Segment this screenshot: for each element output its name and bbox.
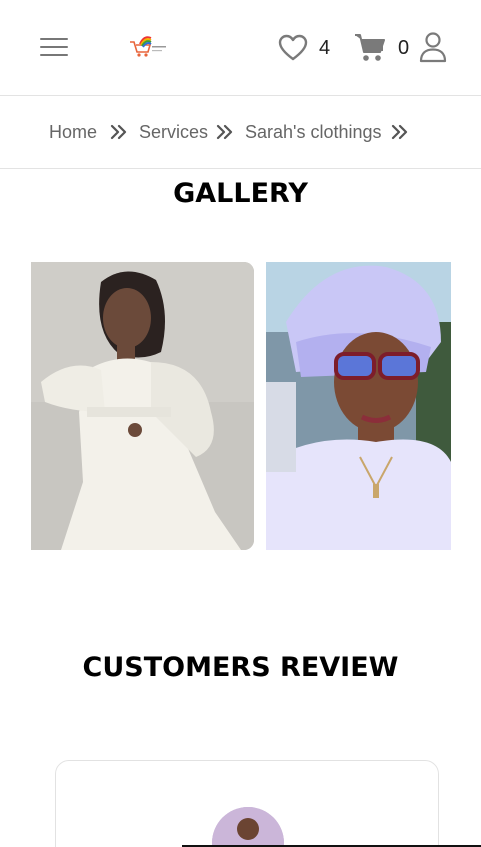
gallery-image[interactable] [31,262,254,550]
breadcrumb: Home Services Sarah's clothings [0,96,481,169]
site-logo[interactable] [128,34,170,60]
breadcrumb-current[interactable]: Sarah's clothings [245,122,382,143]
reviewer-avatar-image [212,807,284,847]
menu-icon-bar [40,46,68,48]
cart-icon [355,34,385,61]
menu-button[interactable] [40,36,70,58]
cart-count: 0 [398,37,410,59]
reviews-title: CUSTOMERS REVIEW [82,652,399,683]
reviewer-avatar [212,807,284,847]
site-header: 4 0 [0,0,481,96]
gallery-photo-white-dress [31,262,254,550]
user-icon [419,32,447,63]
wishlist-count: 4 [319,37,331,59]
review-card [55,760,439,847]
chevron-double-right-icon [110,124,127,140]
gallery-photo-headwrap [266,262,451,550]
gallery-image[interactable] [266,262,451,550]
breadcrumb-services[interactable]: Services [139,122,208,143]
chevron-double-right-icon [216,124,233,140]
gallery-title: GALLERY [173,178,308,209]
wishlist-button[interactable]: 4 [278,32,338,64]
menu-icon-bar [40,54,68,56]
menu-icon-bar [40,38,68,40]
logo-icon [130,36,166,57]
chevron-double-right-icon [391,124,408,140]
breadcrumb-home[interactable]: Home [49,122,97,143]
heart-icon [278,34,308,61]
cart-button[interactable]: 0 [354,32,414,64]
account-button[interactable] [418,31,448,63]
